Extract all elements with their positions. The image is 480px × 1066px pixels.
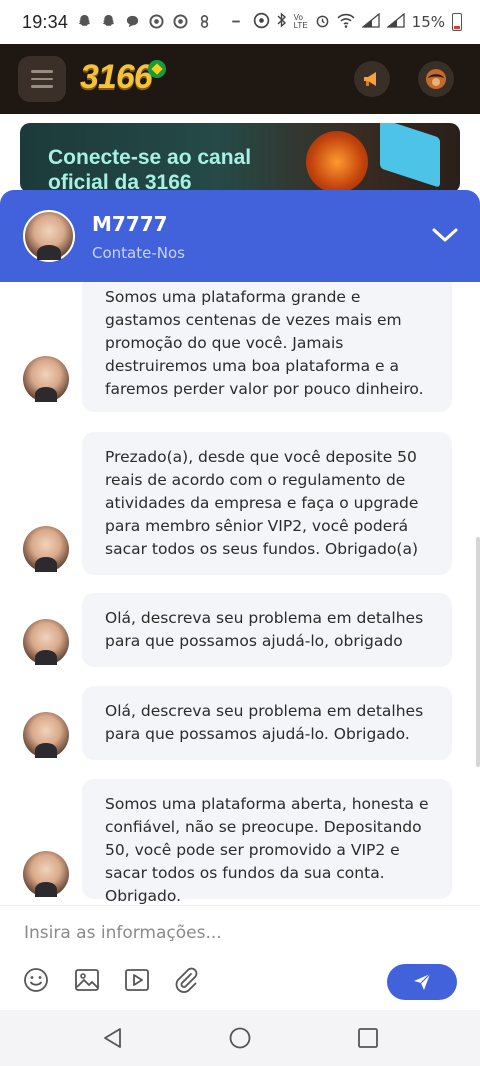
message-bubble: Prezado(a), desde que você deposite 50 r… xyxy=(82,432,452,575)
avatar-icon[interactable] xyxy=(418,61,454,97)
brazil-flag-icon xyxy=(148,60,166,78)
agent-avatar xyxy=(23,712,69,758)
agent-avatar xyxy=(23,851,69,897)
app-logo: 3166 xyxy=(80,58,153,96)
scrollbar[interactable] xyxy=(476,537,480,767)
agent-avatar xyxy=(23,619,69,665)
composer xyxy=(0,905,480,1010)
attachment-icon[interactable] xyxy=(172,966,200,994)
status-left: 19:34 xyxy=(22,12,244,33)
announcement-icon[interactable] xyxy=(354,61,390,97)
status-time: 19:34 xyxy=(22,11,69,32)
promo-banner[interactable]: Conecte-se ao canal oficial da 3166 xyxy=(20,123,460,193)
chrome-icon xyxy=(148,14,164,30)
alarm-icon xyxy=(315,13,330,32)
agent-subtitle: Contate-Nos xyxy=(92,244,185,262)
signal-icon xyxy=(385,12,405,32)
snapchat-icon xyxy=(76,14,92,30)
message-list[interactable]: Somos uma plataforma grande e gastamos c… xyxy=(0,282,480,905)
signal-icon xyxy=(360,12,380,32)
back-icon[interactable] xyxy=(101,1026,125,1050)
agent-avatar xyxy=(23,526,69,572)
system-nav-bar xyxy=(0,1010,480,1066)
minus-icon xyxy=(228,14,244,30)
agent-avatar xyxy=(23,356,69,402)
video-icon[interactable] xyxy=(123,966,151,994)
bluetooth-icon xyxy=(277,12,287,32)
coin-icon xyxy=(306,131,368,193)
app-header: 3166 xyxy=(0,44,480,114)
send-button[interactable] xyxy=(387,964,457,1000)
sync-icon xyxy=(253,12,270,33)
agent-avatar xyxy=(23,210,75,262)
chrome-icon xyxy=(172,14,188,30)
message-bubble: Olá, descreva seu problema em detalhes p… xyxy=(82,593,452,667)
arrow-icon xyxy=(380,123,440,188)
recents-icon[interactable] xyxy=(356,1026,380,1050)
banner-line-1: Conecte-se ao canal xyxy=(48,146,252,169)
message-input[interactable] xyxy=(24,918,454,948)
status-right: Vo LTE 15% xyxy=(253,12,462,33)
settings-icon xyxy=(196,14,212,30)
battery-icon xyxy=(452,13,462,31)
agent-name: M7777 xyxy=(92,212,168,236)
emoji-icon[interactable] xyxy=(22,966,50,994)
message-bubble: Somos uma plataforma aberta, honesta e c… xyxy=(82,779,452,905)
wifi-icon xyxy=(337,13,355,32)
status-bar: 19:34 Vo LTE 15% xyxy=(0,0,480,44)
image-icon[interactable] xyxy=(73,966,101,994)
message-bubble: Olá, descreva seu problema em detalhes p… xyxy=(82,686,452,760)
home-icon[interactable] xyxy=(228,1026,252,1050)
battery-percent: 15% xyxy=(411,13,445,31)
send-icon xyxy=(414,973,431,990)
chevron-down-icon[interactable] xyxy=(430,220,460,250)
menu-icon[interactable] xyxy=(18,56,66,102)
chat-header: M7777 Contate-Nos xyxy=(0,190,480,282)
banner-text: Conecte-se ao canal oficial da 3166 xyxy=(48,145,251,193)
chat-icon xyxy=(124,14,140,30)
message-bubble: Somos uma plataforma grande e gastamos c… xyxy=(82,282,452,412)
snapchat-icon xyxy=(100,14,116,30)
volte-icon: Vo LTE xyxy=(293,13,308,30)
